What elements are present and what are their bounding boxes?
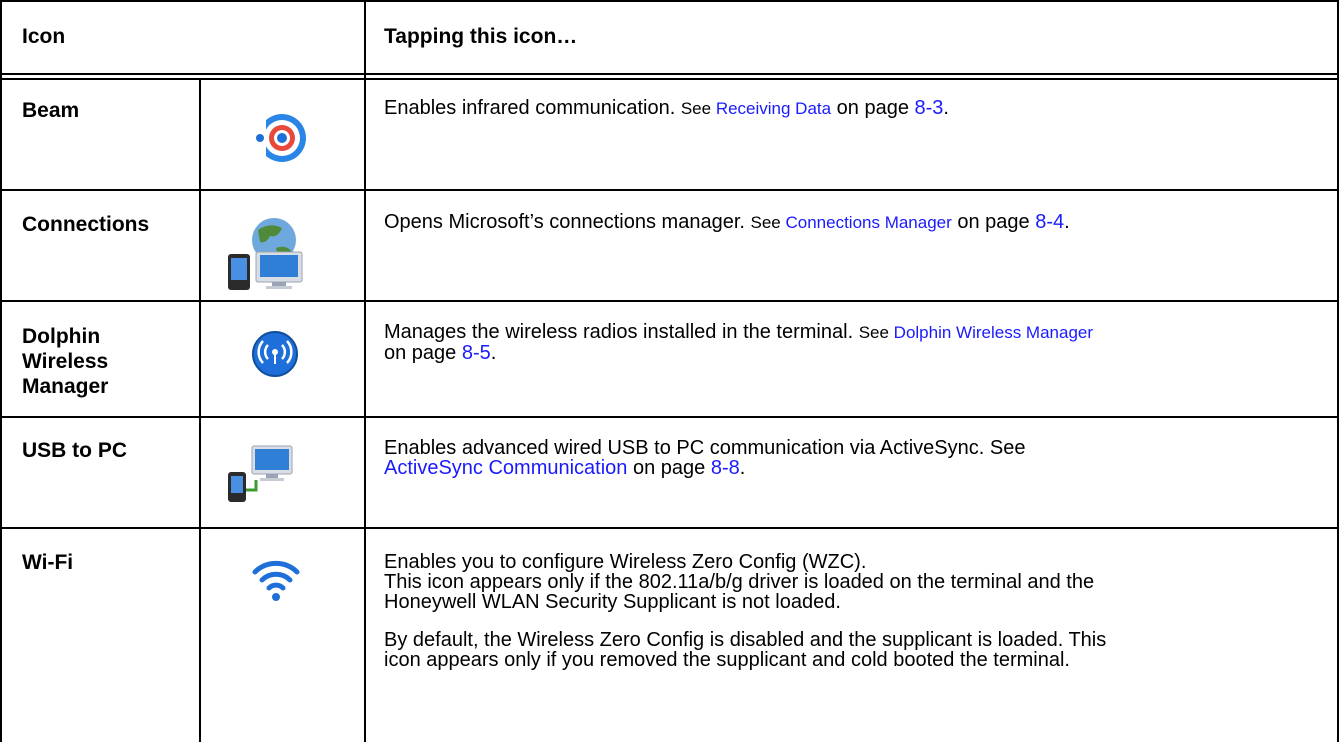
row-desc-connections: Opens Microsoft’s connections manager. S…: [384, 211, 1070, 233]
link-page-8-3[interactable]: 8-3: [915, 97, 944, 119]
usb-to-pc-icon: [228, 445, 293, 502]
wifi-icon: [252, 560, 300, 601]
link-dolphin-wireless-manager[interactable]: Dolphin Wireless Manager: [894, 323, 1093, 342]
row-name-connections: Connections: [22, 213, 150, 236]
table-border-top: [0, 0, 1339, 2]
wireless-manager-icon: [252, 331, 298, 377]
header-tapping: Tapping this icon…: [384, 25, 578, 48]
link-page-8-4[interactable]: 8-4: [1035, 211, 1064, 233]
link-connections-manager[interactable]: Connections Manager: [785, 213, 951, 232]
icon-table: Icon Tapping this icon… Beam Enables inf…: [0, 0, 1339, 742]
link-receiving-data[interactable]: Receiving Data: [716, 99, 831, 118]
link-page-8-8[interactable]: 8-8: [711, 457, 740, 479]
connections-icon: [228, 218, 303, 290]
row-name-usb-to-pc: USB to PC: [22, 439, 127, 462]
row-desc-wifi: Enables you to configure Wireless Zero C…: [384, 551, 1107, 671]
link-page-8-5[interactable]: 8-5: [462, 342, 491, 364]
header-icon: Icon: [22, 25, 66, 48]
row-name-wifi: Wi-Fi: [22, 551, 74, 574]
row-desc-usb-to-pc: Enables advanced wired USB to PC communi…: [384, 437, 1026, 479]
header-separator: [0, 73, 1339, 75]
row-desc-beam: Enables infrared communication. See Rece…: [384, 97, 949, 119]
table-border-left: [0, 0, 2, 742]
row-name-beam: Beam: [22, 99, 80, 122]
row-name-dolphin-wireless-manager: Dolphin Wireless Manager: [22, 325, 109, 398]
icon-column-divider: [199, 78, 201, 742]
column-divider: [364, 0, 366, 742]
row-desc-dolphin-wireless-manager: Manages the wireless radios installed in…: [384, 321, 1094, 364]
beam-icon: [252, 114, 306, 162]
link-activesync-communication[interactable]: ActiveSync Communication: [384, 457, 627, 479]
